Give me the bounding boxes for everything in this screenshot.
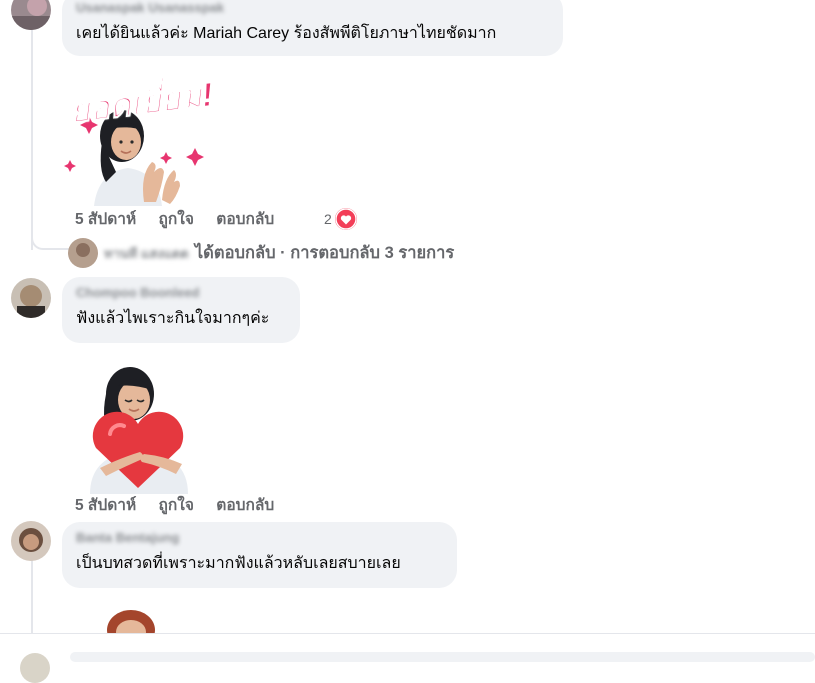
reply-button[interactable]: ตอบกลับ (216, 211, 274, 228)
avatar[interactable] (11, 521, 51, 561)
comment-input[interactable] (70, 652, 815, 662)
comment-bubble: Chompoo Boonleed ฟังแล้วไพเราะกินใจมากๆค… (62, 277, 300, 343)
comment-bubble: Usanaspak Usanasspak เคยได้ยินแล้วค่ะ Ma… (62, 0, 563, 56)
like-button[interactable]: ถูกใจ (159, 211, 194, 228)
thread-line (31, 560, 33, 636)
thread-line-curve (31, 238, 69, 250)
comment-actions: 5 สัปดาห์ ถูกใจ ตอบกลับ (75, 210, 292, 230)
avatar (20, 653, 50, 683)
comment-author[interactable]: Chompoo Boonleed (76, 285, 288, 301)
reaction-count: 2 (324, 211, 332, 227)
woman-clapping-sticker: ยอดเยี่ยม! (64, 62, 216, 206)
comment-text: เคยได้ยินแล้วค่ะ Mariah Carey ร้องสัพพีต… (76, 25, 497, 42)
avatar[interactable] (11, 278, 51, 318)
replies-summary: ได้ตอบกลับ · การตอบกลับ 3 รายการ (194, 244, 455, 262)
comment-text: ฟังแล้วไพเราะกินใจมากๆค่ะ (76, 310, 270, 327)
partial-sticker (104, 608, 158, 634)
reaction-summary[interactable]: 2 (324, 208, 357, 230)
avatar[interactable] (11, 0, 51, 30)
comment-timestamp[interactable]: 5 สัปดาห์ (75, 211, 136, 228)
comment-timestamp[interactable]: 5 สัปดาห์ (75, 497, 136, 514)
comment-author[interactable]: Usanaspak Usanasspak (76, 0, 551, 16)
heart-icon (334, 208, 357, 230)
comment-actions: 5 สัปดาห์ ถูกใจ ตอบกลับ (75, 496, 292, 516)
woman-hugging-heart-sticker (84, 364, 194, 494)
like-button[interactable]: ถูกใจ (159, 497, 194, 514)
thread-line (31, 28, 33, 250)
reply-button[interactable]: ตอบกลับ (216, 497, 274, 514)
view-replies-link[interactable]: ทานที แสงแดด ได้ตอบกลับ · การตอบกลับ 3 ร… (68, 238, 454, 268)
comment-text: เป็นบทสวดที่เพราะมากฟังแล้วหลับเลยสบายเล… (76, 555, 401, 572)
replier-name: ทานที แสงแดด (104, 245, 189, 261)
replier-avatar (68, 238, 98, 268)
comment-bubble: Banta Bentajung เป็นบทสวดที่เพราะมากฟังแ… (62, 522, 457, 588)
comment-author[interactable]: Banta Bentajung (76, 530, 445, 546)
